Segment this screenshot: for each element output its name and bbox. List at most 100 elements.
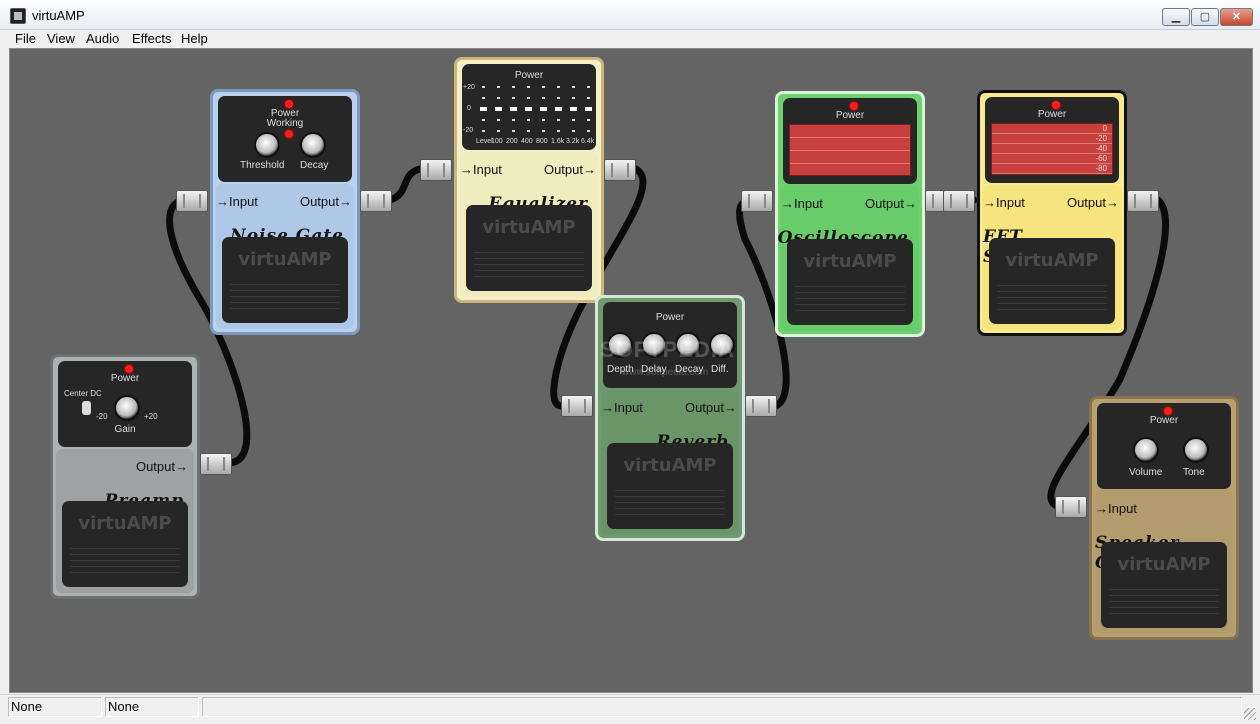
fft-output-label: Output→ bbox=[1066, 195, 1119, 210]
reverb-diff-label: Diff. bbox=[711, 364, 729, 375]
eq-slider-200[interactable] bbox=[510, 86, 517, 132]
eq-slider-6.4k[interactable] bbox=[585, 86, 592, 132]
pedal-noise-gate[interactable]: Power Working Threshold Decay →Input Out… bbox=[210, 89, 360, 335]
eq-slider-400[interactable] bbox=[525, 86, 532, 132]
pedal-oscilloscope[interactable]: Power →Input Output→ Oscilloscope virtuA… bbox=[775, 91, 925, 337]
speaker-footswitch[interactable]: virtuAMP bbox=[1101, 542, 1227, 628]
decay-knob[interactable] bbox=[300, 132, 326, 158]
eq-band-label: 800 bbox=[536, 138, 548, 145]
window-title: virtuAMP bbox=[32, 8, 85, 23]
eq-slider-100[interactable] bbox=[495, 86, 502, 132]
reverb-brand: virtuAMP bbox=[623, 455, 717, 476]
equalizer-body: →Input Output→ Equalizer virtuAMP bbox=[460, 152, 598, 297]
noise-gate-footswitch[interactable]: virtuAMP bbox=[222, 237, 348, 323]
status-cell-1: None bbox=[8, 697, 102, 717]
eq-slider-thumb[interactable] bbox=[540, 107, 547, 111]
speaker-input-label: →Input bbox=[1095, 501, 1137, 516]
fft-output-jack[interactable] bbox=[1127, 190, 1159, 212]
eq-slider-Level[interactable] bbox=[480, 86, 487, 132]
eq-band-label: 1.6k bbox=[551, 138, 565, 145]
equalizer-input-jack[interactable] bbox=[420, 159, 452, 181]
preamp-gain-min: -20 bbox=[96, 412, 108, 421]
speaker-brand: virtuAMP bbox=[1117, 554, 1211, 575]
reverb-footswitch[interactable]: virtuAMP bbox=[607, 443, 733, 529]
resize-grip-icon[interactable] bbox=[1244, 708, 1256, 720]
eq-scale-top: +20 bbox=[463, 84, 475, 91]
close-button[interactable]: ✕ bbox=[1220, 8, 1253, 26]
fft-footswitch[interactable]: virtuAMP bbox=[989, 238, 1115, 324]
fft-input-jack[interactable] bbox=[943, 190, 975, 212]
app-icon[interactable] bbox=[10, 8, 26, 24]
preamp-brand: virtuAMP bbox=[78, 513, 172, 534]
pedal-fft-spectrum[interactable]: Power 0 -20 -40 -60 -80 →Input Output→ F… bbox=[977, 90, 1127, 336]
noise-gate-control-panel: Power Working Threshold Decay bbox=[218, 96, 352, 182]
effects-canvas[interactable]: Power Center DC -20 +20 Gain Output→ Pre… bbox=[9, 48, 1253, 693]
speaker-power-led bbox=[1164, 407, 1172, 415]
eq-slider-thumb[interactable] bbox=[570, 107, 577, 111]
fft-power-label: Power bbox=[1037, 109, 1067, 120]
eq-slider-1.6k[interactable] bbox=[555, 86, 562, 132]
tone-knob[interactable] bbox=[1183, 437, 1209, 463]
fft-scale-20: -20 bbox=[1095, 134, 1107, 143]
volume-label: Volume bbox=[1129, 467, 1163, 478]
menu-audio[interactable]: Audio bbox=[84, 30, 121, 47]
noise-gate-brand: virtuAMP bbox=[238, 249, 332, 270]
eq-slider-thumb[interactable] bbox=[525, 107, 532, 111]
minimize-button[interactable]: ▁ bbox=[1162, 8, 1190, 26]
eq-band-label: 400 bbox=[521, 138, 533, 145]
fft-body: →Input Output→ FFT Spectrum virtuAMP bbox=[983, 185, 1121, 330]
noise-gate-body: →Input Output→ Noise Gate virtuAMP bbox=[216, 184, 354, 329]
menu-view[interactable]: View bbox=[45, 30, 77, 47]
volume-knob[interactable] bbox=[1133, 437, 1159, 463]
reverb-power-label: Power bbox=[655, 312, 685, 323]
preamp-gain-label: Gain bbox=[114, 424, 136, 435]
speaker-control-panel: Power Volume Tone bbox=[1097, 403, 1231, 489]
fft-brand: virtuAMP bbox=[1005, 250, 1099, 271]
eq-slider-thumb[interactable] bbox=[555, 107, 562, 111]
eq-slider-3.2k[interactable] bbox=[570, 86, 577, 132]
pedal-speaker-cabnit[interactable]: Power Volume Tone →Input Speaker Cabnit … bbox=[1089, 396, 1239, 640]
pedal-preamp[interactable]: Power Center DC -20 +20 Gain Output→ Pre… bbox=[50, 354, 200, 599]
equalizer-output-jack[interactable] bbox=[604, 159, 636, 181]
eq-slider-800[interactable] bbox=[540, 86, 547, 132]
noise-gate-output-label: Output→ bbox=[299, 194, 352, 209]
fft-control-panel: Power 0 -20 -40 -60 -80 bbox=[985, 97, 1119, 183]
reverb-output-jack[interactable] bbox=[745, 395, 777, 417]
preamp-gain-knob[interactable] bbox=[114, 395, 140, 421]
fft-scale-40: -40 bbox=[1095, 144, 1107, 153]
preamp-output-label: Output→ bbox=[135, 459, 188, 474]
decay-label: Decay bbox=[300, 160, 329, 171]
oscilloscope-input-jack[interactable] bbox=[741, 190, 773, 212]
equalizer-footswitch[interactable]: virtuAMP bbox=[466, 205, 592, 291]
reverb-input-jack[interactable] bbox=[561, 395, 593, 417]
eq-slider-thumb[interactable] bbox=[585, 107, 592, 111]
oscilloscope-footswitch[interactable]: virtuAMP bbox=[787, 239, 913, 325]
speaker-input-jack[interactable] bbox=[1055, 496, 1087, 518]
fft-input-label: →Input bbox=[983, 195, 1025, 210]
status-cell-3 bbox=[202, 697, 1242, 717]
noise-gate-output-jack[interactable] bbox=[360, 190, 392, 212]
eq-slider-thumb[interactable] bbox=[480, 107, 487, 111]
menu-effects[interactable]: Effects bbox=[130, 30, 174, 47]
noise-gate-input-label: →Input bbox=[216, 194, 258, 209]
menu-help[interactable]: Help bbox=[179, 30, 210, 47]
oscilloscope-control-panel: Power bbox=[783, 98, 917, 184]
noise-gate-input-jack[interactable] bbox=[176, 190, 208, 212]
oscilloscope-grille bbox=[795, 281, 905, 315]
threshold-knob[interactable] bbox=[254, 132, 280, 158]
eq-slider-thumb[interactable] bbox=[495, 107, 502, 111]
preamp-output-jack[interactable] bbox=[200, 453, 232, 475]
pedal-equalizer[interactable]: Power +20 0 -20 Level 100 200 400 800 1.6k 3.2… bbox=[454, 57, 604, 303]
title-bar: virtuAMP ▁ ▢ ✕ bbox=[0, 0, 1260, 30]
status-cell-2: None bbox=[105, 697, 199, 717]
oscilloscope-display bbox=[789, 124, 911, 176]
noise-gate-power-led bbox=[285, 100, 293, 108]
preamp-footswitch[interactable]: virtuAMP bbox=[62, 501, 188, 587]
maximize-button[interactable]: ▢ bbox=[1191, 8, 1219, 26]
preamp-center-dc-switch[interactable] bbox=[82, 401, 91, 415]
preamp-power-led bbox=[125, 365, 133, 373]
pedal-reverb[interactable]: Power Depth Delay Decay Diff. →Input Out… bbox=[595, 295, 745, 541]
menu-file[interactable]: File bbox=[13, 30, 38, 47]
oscilloscope-body: →Input Output→ Oscilloscope virtuAMP bbox=[778, 186, 919, 331]
eq-slider-thumb[interactable] bbox=[510, 107, 517, 111]
